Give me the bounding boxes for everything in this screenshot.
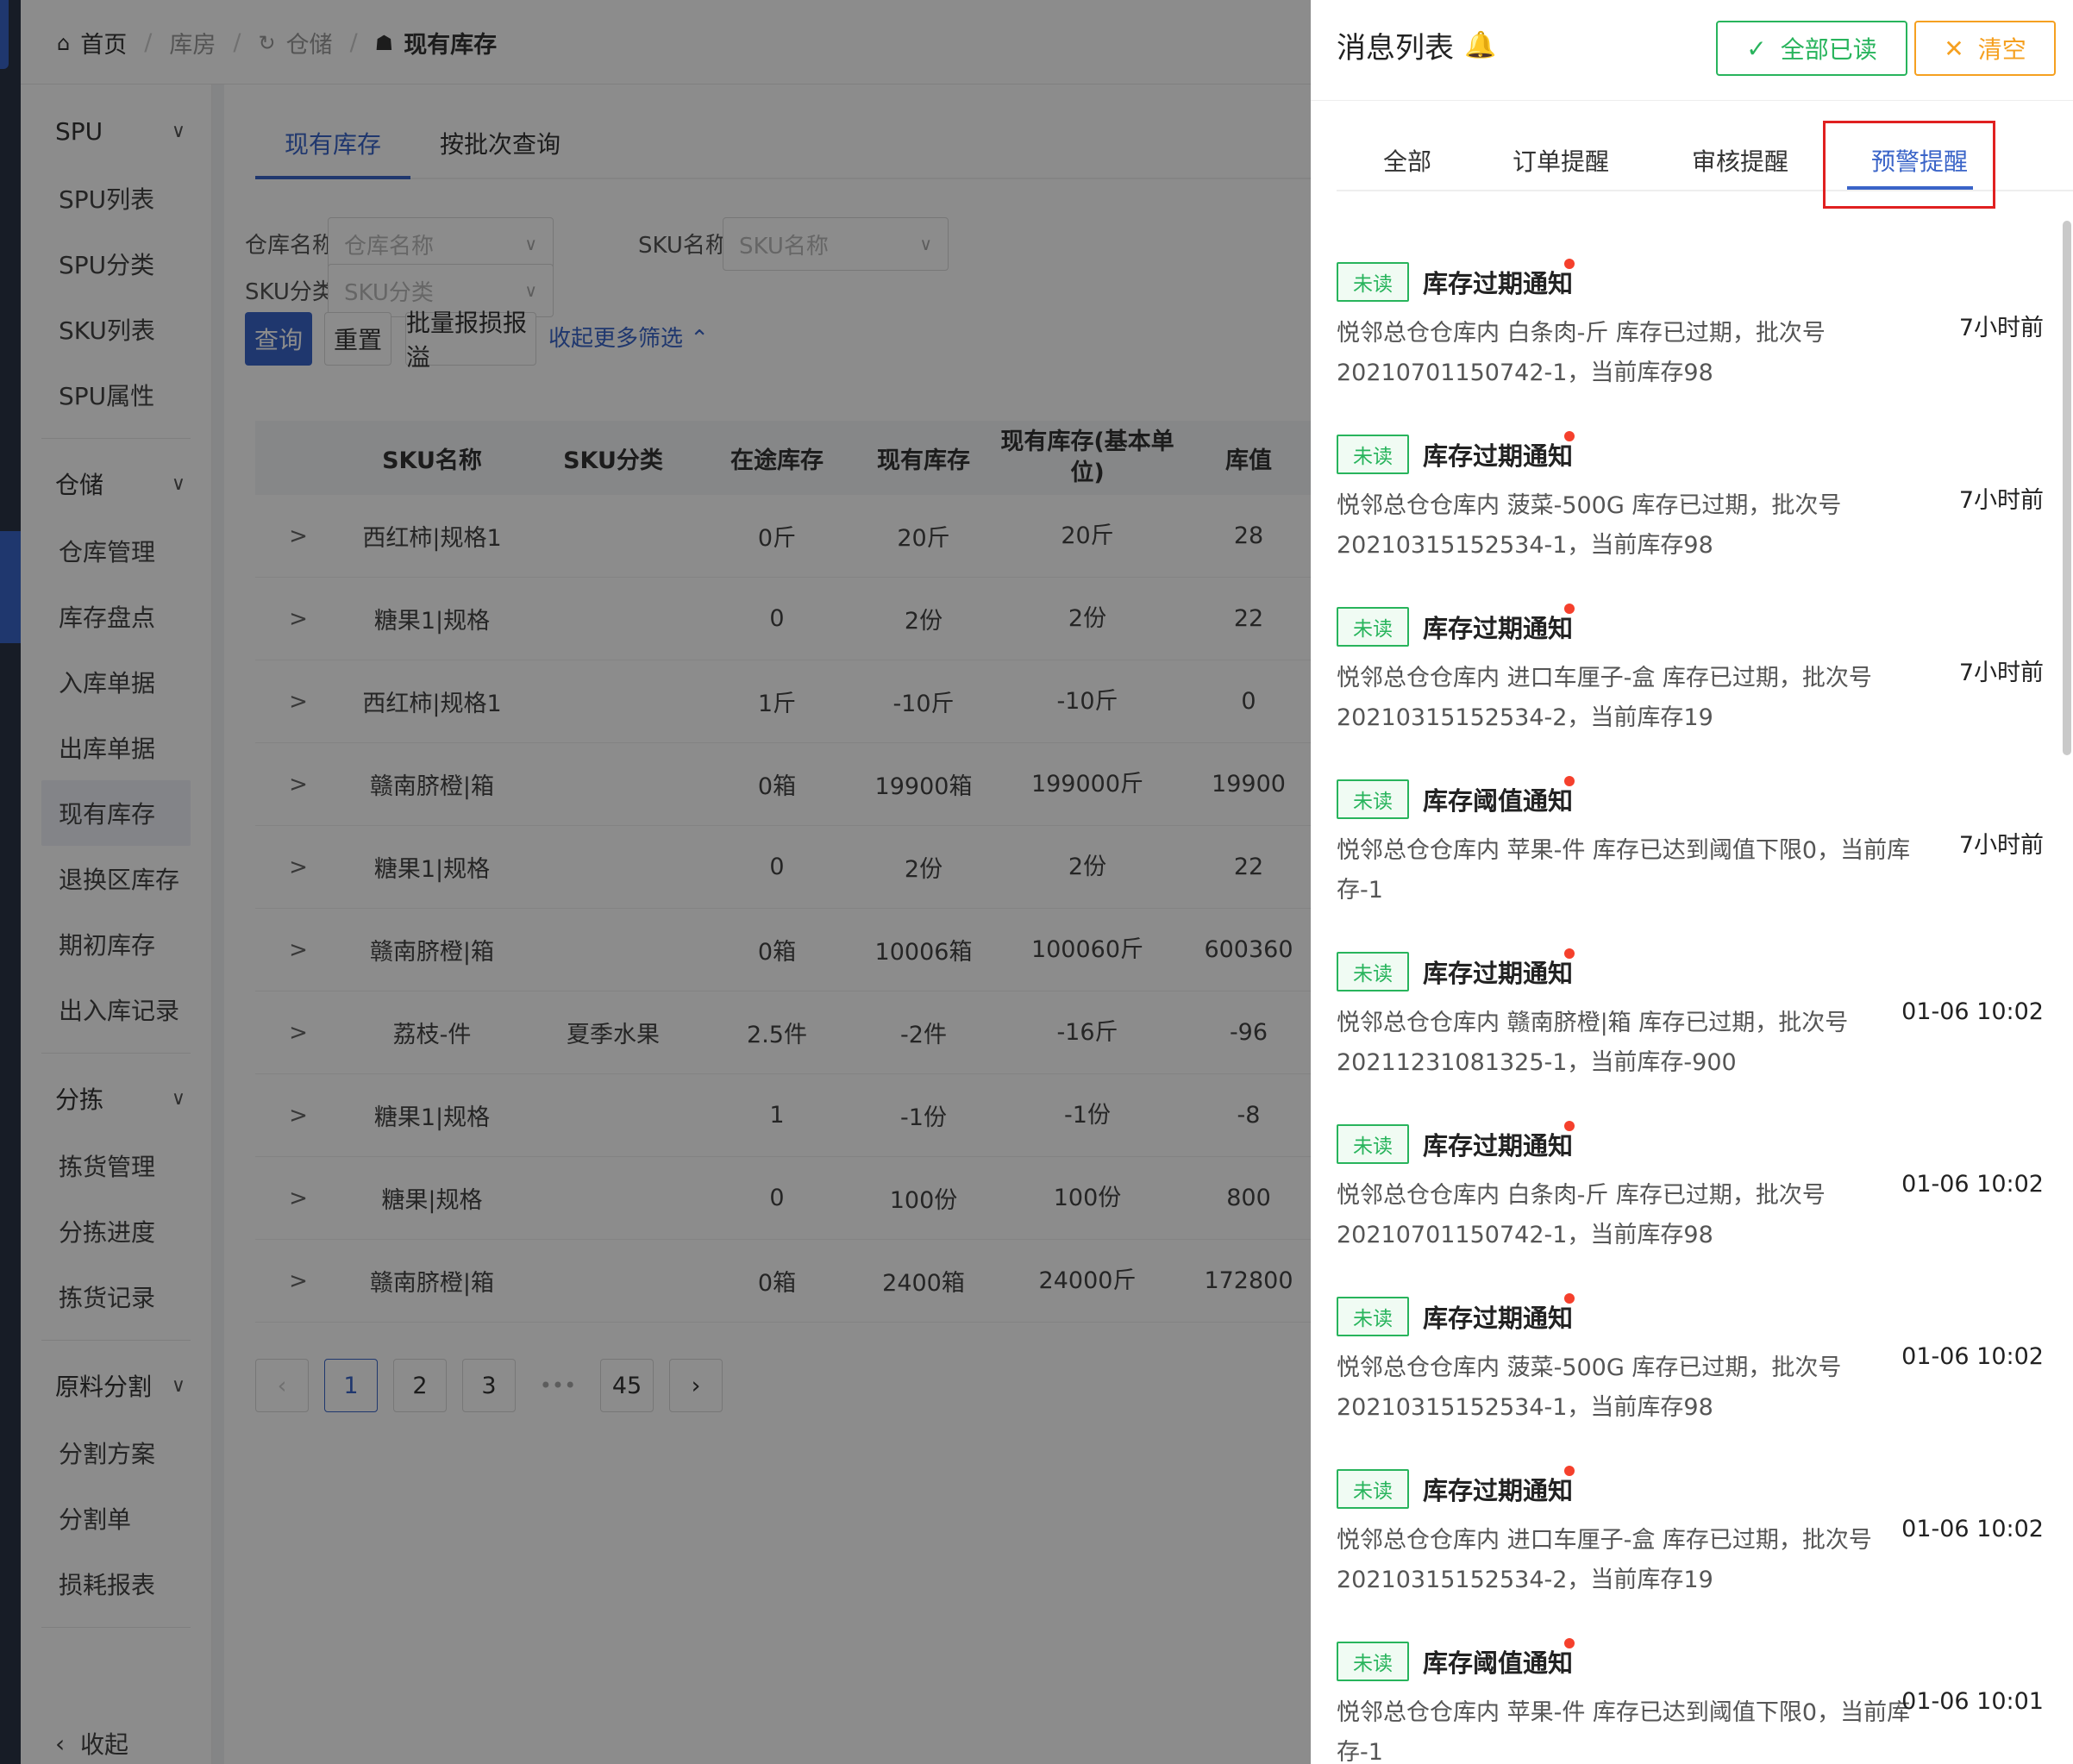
message-title: 库存过期通知	[1423, 441, 1574, 471]
drawer-title: 消息列表 🔔	[1337, 24, 1496, 66]
unread-badge: 未读	[1337, 607, 1409, 647]
tab-all[interactable]: 全部	[1383, 143, 1431, 178]
mark-all-read-button[interactable]: ✓ 全部已读	[1716, 21, 1907, 76]
message-time: 01-06 10:02	[1901, 1171, 2044, 1198]
message-item[interactable]: 未读 库存过期通知悦邻总仓仓库内 进口车厘子-盒 库存已过期，批次号2021031…	[1337, 1431, 2044, 1604]
message-time: 7小时前	[1958, 660, 2044, 686]
clear-button[interactable]: ✕ 清空	[1914, 21, 2056, 76]
message-body: 悦邻总仓仓库内 赣南脐橙|箱 库存已过期，批次号20211231081325-1…	[1337, 1010, 1849, 1076]
drawer-header-divider	[1311, 100, 2073, 101]
message-body: 悦邻总仓仓库内 进口车厘子-盒 库存已过期，批次号20210315152534-…	[1337, 1527, 1872, 1593]
message-time: 7小时前	[1958, 315, 2044, 341]
message-body: 悦邻总仓仓库内 菠菜-500G 库存已过期，批次号20210315152534-…	[1337, 492, 1842, 559]
message-time: 7小时前	[1958, 832, 2044, 859]
drawer-title-text: 消息列表	[1337, 31, 1454, 66]
unread-badge: 未读	[1337, 435, 1409, 474]
unread-dot	[1564, 1293, 1575, 1304]
message-item[interactable]: 未读 库存过期通知悦邻总仓仓库内 白条肉-斤 库存已过期，批次号202107011…	[1337, 1086, 2044, 1259]
unread-dot	[1564, 431, 1575, 441]
message-body: 悦邻总仓仓库内 进口车厘子-盒 库存已过期，批次号20210315152534-…	[1337, 665, 1872, 731]
unread-dot	[1564, 1638, 1575, 1648]
tab-order-reminder[interactable]: 订单提醒	[1512, 143, 1609, 178]
message-list: 未读 库存过期通知 悦邻总仓仓库内 白条肉-斤 库存已过期，批次号202107011…	[1337, 224, 2044, 1764]
message-item[interactable]: 未读 库存过期通知悦邻总仓仓库内 白条肉-斤 库存已过期，批次号202107011…	[1337, 224, 2044, 397]
message-item[interactable]: 未读 库存阈值通知悦邻总仓仓库内 苹果-件 库存已达到阈值下限0，当前库存-1 01…	[1337, 1604, 2044, 1764]
bell-icon: 🔔	[1464, 30, 1497, 60]
highlight-box	[1823, 121, 1995, 209]
message-title: 库存阈值通知	[1423, 786, 1574, 816]
clear-label: 清空	[1977, 35, 2026, 64]
message-time: 01-06 10:02	[1901, 1343, 2044, 1370]
message-item[interactable]: 未读 库存过期通知悦邻总仓仓库内 进口车厘子-盒 库存已过期，批次号2021031…	[1337, 569, 2044, 741]
message-title: 库存阈值通知	[1423, 1648, 1574, 1678]
message-item[interactable]: 未读 库存过期通知悦邻总仓仓库内 菠菜-500G 库存已过期，批次号2021031…	[1337, 397, 2044, 569]
message-title: 库存过期通知	[1423, 269, 1574, 298]
message-time: 01-06 10:01	[1901, 1688, 2044, 1715]
check-icon: ✓	[1746, 34, 1767, 63]
message-time: 01-06 10:02	[1901, 1516, 2044, 1542]
message-body: 悦邻总仓仓库内 白条肉-斤 库存已过期，批次号20210701150742-1，…	[1337, 320, 1826, 386]
message-body: 悦邻总仓仓库内 白条肉-斤 库存已过期，批次号20210701150742-1，…	[1337, 1182, 1826, 1248]
message-title: 库存过期通知	[1423, 1476, 1574, 1505]
message-item[interactable]: 未读 库存过期通知悦邻总仓仓库内 菠菜-500G 库存已过期，批次号2021031…	[1337, 1259, 2044, 1431]
message-title: 库存过期通知	[1423, 1304, 1574, 1333]
message-item[interactable]: 未读 库存阈值通知悦邻总仓仓库内 苹果-件 库存已达到阈值下限0，当前库存-1 7小…	[1337, 741, 2044, 914]
unread-badge: 未读	[1337, 1297, 1409, 1336]
unread-dot	[1564, 604, 1575, 614]
unread-dot	[1564, 948, 1575, 959]
drawer-overlay-mask[interactable]	[0, 0, 1311, 1764]
message-title: 库存过期通知	[1423, 614, 1574, 643]
message-time: 01-06 10:02	[1901, 998, 2044, 1025]
drawer-scrollbar[interactable]	[2063, 221, 2071, 755]
message-item[interactable]: 未读 库存过期通知悦邻总仓仓库内 赣南脐橙|箱 库存已过期，批次号20211231…	[1337, 914, 2044, 1086]
tab-review-reminder[interactable]: 审核提醒	[1692, 143, 1788, 178]
unread-dot	[1564, 1121, 1575, 1131]
message-body: 悦邻总仓仓库内 菠菜-500G 库存已过期，批次号20210315152534-…	[1337, 1354, 1842, 1421]
unread-dot	[1564, 1466, 1575, 1476]
app-root: ⌂ 首页 / 库房 / ↻ 仓储 / ☗ 现有库存 SPU ∨ SPU列表 SPU分类 …	[0, 0, 2073, 1764]
message-body: 悦邻总仓仓库内 苹果-件 库存已达到阈值下限0，当前库存-1	[1337, 837, 1911, 904]
close-icon: ✕	[1944, 34, 1964, 63]
unread-dot	[1564, 259, 1575, 269]
message-time: 7小时前	[1958, 487, 2044, 514]
unread-badge: 未读	[1337, 1124, 1409, 1164]
unread-badge: 未读	[1337, 1642, 1409, 1681]
unread-dot	[1564, 776, 1575, 786]
message-body: 悦邻总仓仓库内 苹果-件 库存已达到阈值下限0，当前库存-1	[1337, 1699, 1911, 1764]
message-drawer: 消息列表 🔔 ✓ 全部已读 ✕ 清空 全部 订单提醒 审核提醒 预警提醒 未读 库存过期…	[1311, 0, 2073, 1764]
message-title: 库存过期通知	[1423, 959, 1574, 988]
unread-badge: 未读	[1337, 262, 1409, 302]
message-title: 库存过期通知	[1423, 1131, 1574, 1160]
mark-all-read-label: 全部已读	[1780, 35, 1877, 64]
unread-badge: 未读	[1337, 1469, 1409, 1509]
unread-badge: 未读	[1337, 779, 1409, 819]
unread-badge: 未读	[1337, 952, 1409, 991]
